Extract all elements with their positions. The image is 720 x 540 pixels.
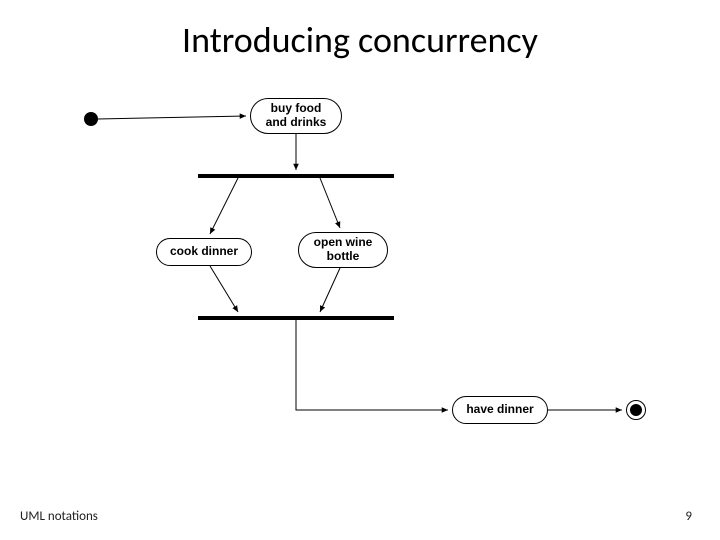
edge-join-dinner bbox=[296, 320, 448, 410]
edge-cook-join bbox=[210, 266, 238, 312]
initial-node-icon bbox=[84, 112, 98, 126]
join-bar bbox=[198, 316, 394, 320]
edge-initial-buy bbox=[98, 116, 246, 119]
activity-label: have dinner bbox=[466, 403, 533, 417]
activity-cook-dinner: cook dinner bbox=[156, 238, 252, 266]
activity-open-wine: open wine bottle bbox=[298, 232, 388, 268]
activity-buy-food: buy food and drinks bbox=[250, 98, 342, 134]
final-node-inner-icon bbox=[630, 404, 642, 416]
activity-label: cook dinner bbox=[170, 245, 238, 259]
page-title: Introducing concurrency bbox=[0, 18, 720, 62]
edge-wine-join bbox=[320, 268, 340, 312]
final-node-icon bbox=[626, 400, 646, 420]
footer-label: UML notations bbox=[20, 509, 98, 524]
activity-label: buy food and drinks bbox=[266, 102, 327, 130]
edge-fork-wine bbox=[320, 178, 340, 228]
page-number: 9 bbox=[685, 509, 692, 524]
fork-bar bbox=[198, 174, 394, 178]
diagram-edges bbox=[0, 80, 720, 480]
activity-diagram: buy food and drinks cook dinner open win… bbox=[0, 80, 720, 480]
edge-fork-cook bbox=[210, 178, 238, 234]
activity-label: open wine bottle bbox=[314, 236, 373, 264]
activity-have-dinner: have dinner bbox=[452, 396, 548, 424]
